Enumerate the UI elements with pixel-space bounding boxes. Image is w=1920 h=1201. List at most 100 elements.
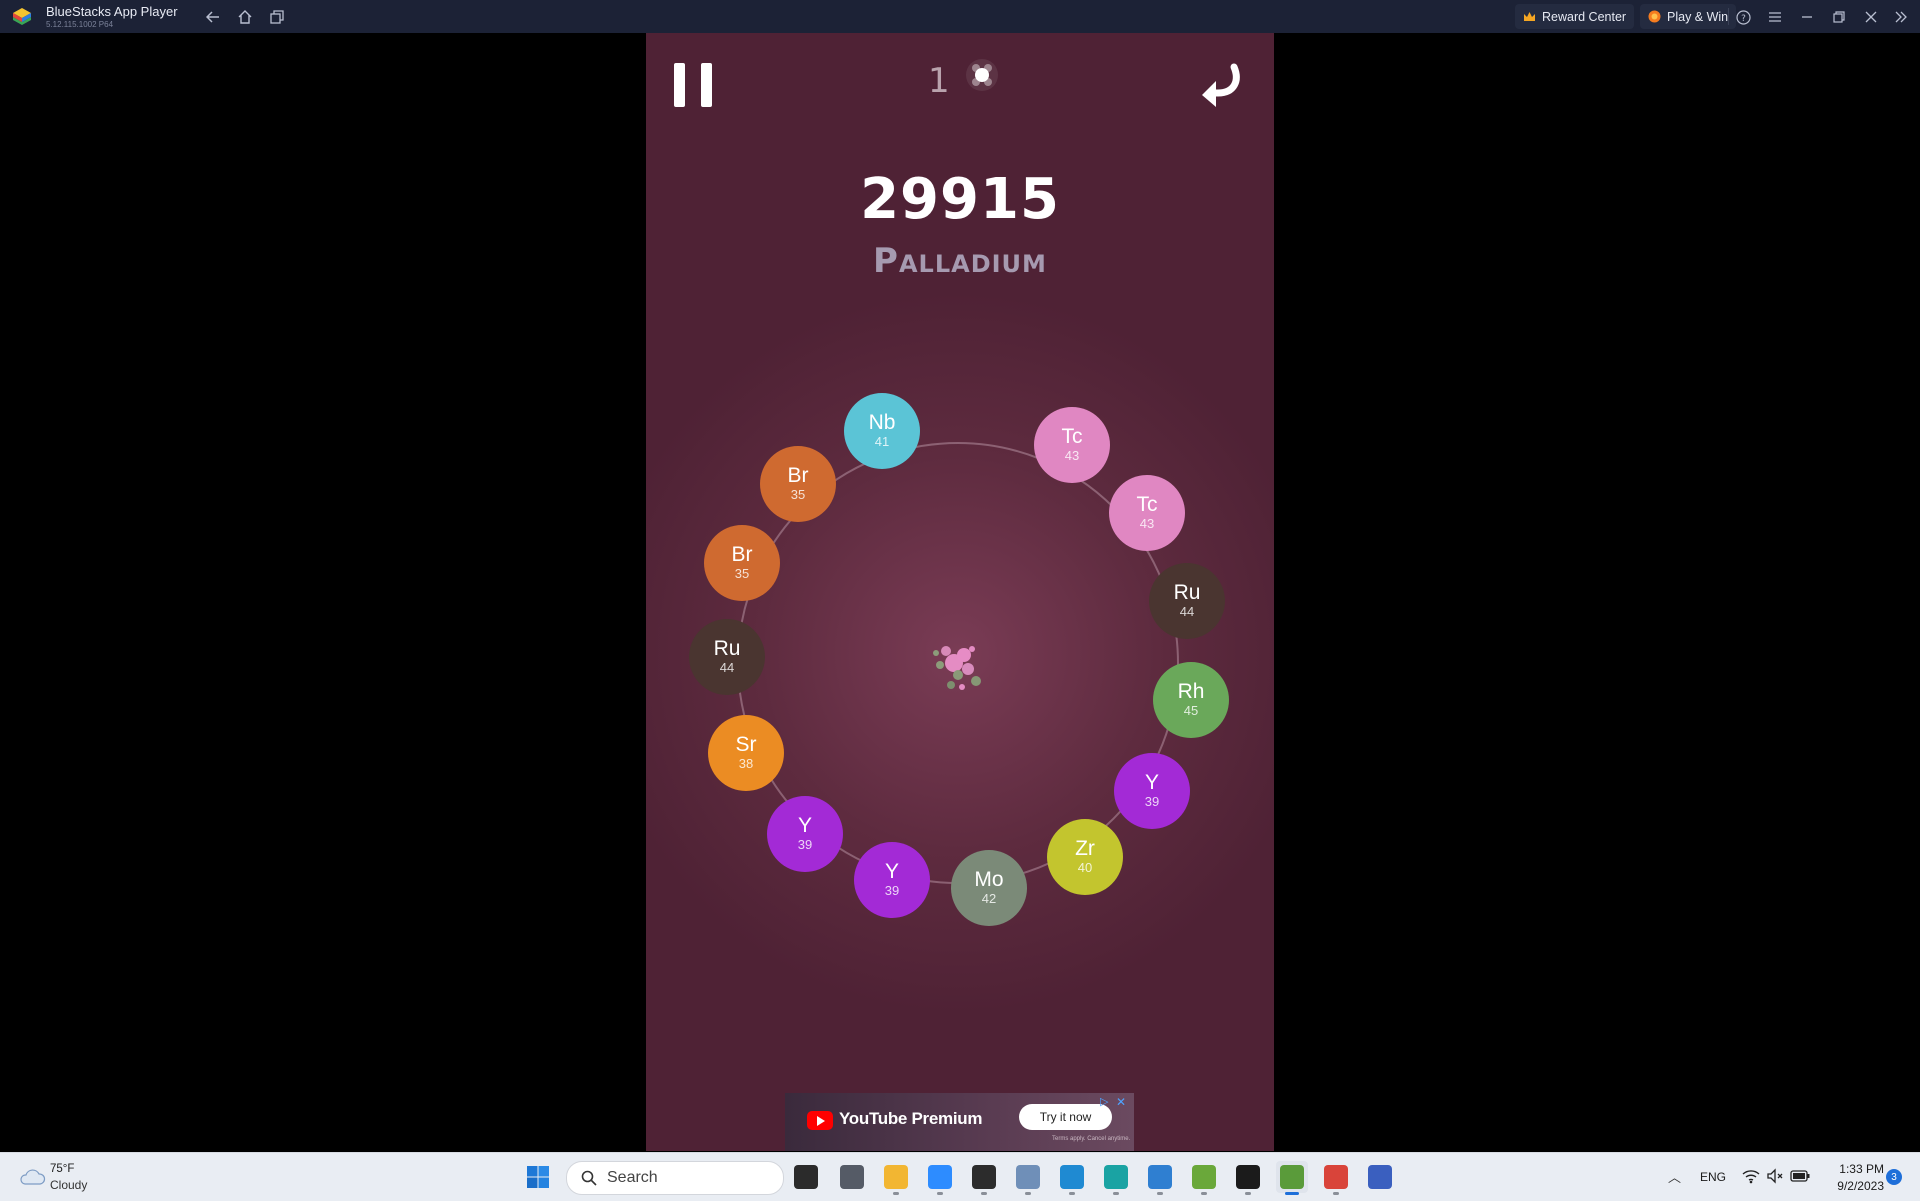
home-icon[interactable]	[235, 7, 255, 27]
atom-br[interactable]: Br 35	[760, 446, 836, 522]
photos-icon	[1148, 1165, 1172, 1189]
taskbar-file-explorer-button[interactable]	[880, 1161, 912, 1195]
atom-mo[interactable]: Mo 42	[951, 850, 1027, 926]
task-view-icon	[794, 1165, 818, 1189]
taskbar-bluestacks-button[interactable]	[1276, 1161, 1308, 1195]
atom-tc[interactable]: Tc 43	[1109, 475, 1185, 551]
bluestacks-icon	[1280, 1165, 1304, 1189]
windows-start-button[interactable]	[526, 1165, 550, 1189]
console-icon	[1236, 1165, 1260, 1189]
atom-symbol: Ru	[713, 637, 741, 660]
terminal-icon	[972, 1165, 996, 1189]
running-indicator	[1069, 1192, 1075, 1195]
atom-symbol: Y	[797, 814, 812, 837]
taskbar-app-blue-button[interactable]	[1364, 1161, 1396, 1193]
atom-symbol: Br	[731, 543, 753, 566]
battery-icon[interactable]	[1790, 1169, 1810, 1183]
running-indicator	[1157, 1192, 1163, 1195]
taskbar-vscode-button[interactable]	[1056, 1161, 1088, 1195]
atom-symbol: Tc	[1061, 425, 1083, 448]
minimize-icon[interactable]	[1797, 7, 1817, 27]
atom-y[interactable]: Y 39	[1114, 753, 1190, 829]
taskbar-edge-button[interactable]	[1100, 1161, 1132, 1195]
taskbar-snipping-tool-button[interactable]	[1320, 1161, 1352, 1195]
multi-instance-icon[interactable]	[267, 7, 287, 27]
volume-muted-icon[interactable]	[1766, 1168, 1784, 1184]
cloudy-weather-icon[interactable]	[18, 1165, 46, 1187]
taskbar-notepad-chart-button[interactable]	[1188, 1161, 1220, 1195]
game-screen[interactable]: 1 29915 Palladium Nb 41 Tc 43 Tc 43 Ru 44 Rh 45 Y 3…	[646, 33, 1274, 1151]
taskbar-console-button[interactable]	[1232, 1161, 1264, 1195]
notification-badge[interactable]: 3	[1886, 1169, 1902, 1185]
atom-br[interactable]: Br 35	[704, 525, 780, 601]
taskbar-photos-button[interactable]	[1144, 1161, 1176, 1195]
taskbar-app-dark-button[interactable]	[836, 1161, 868, 1193]
atom-nb[interactable]: Nb 41	[844, 393, 920, 469]
help-icon[interactable]: ?	[1733, 7, 1753, 27]
edge-icon	[1104, 1165, 1128, 1189]
atom-ru[interactable]: Ru 44	[689, 619, 765, 695]
ad-banner[interactable]: YouTube Premium Try it now Terms apply. …	[785, 1093, 1134, 1151]
taskbar-image-viewer-button[interactable]	[1012, 1161, 1044, 1195]
clock-time[interactable]: 1:33 PM	[1824, 1162, 1884, 1176]
ad-try-now-button[interactable]: Try it now	[1019, 1104, 1112, 1130]
weather-condition[interactable]: Cloudy	[50, 1178, 87, 1192]
running-indicator	[1025, 1192, 1031, 1195]
atom-symbol: Sr	[735, 733, 757, 756]
atom-symbol: Nb	[868, 411, 896, 434]
app-title: BlueStacks App Player	[46, 4, 178, 19]
atom-number: 44	[719, 660, 735, 675]
restore-icon[interactable]	[1829, 7, 1849, 27]
atom-y[interactable]: Y 39	[854, 842, 930, 918]
atom-number: 43	[1139, 516, 1155, 531]
titlebar-divider	[1728, 8, 1729, 25]
tray-overflow-chevron-icon[interactable]: ︿	[1668, 1167, 1681, 1186]
taskbar-terminal-button[interactable]	[968, 1161, 1000, 1195]
taskbar-task-view-button[interactable]	[790, 1161, 822, 1193]
menu-icon[interactable]	[1765, 7, 1785, 27]
back-arrow-icon[interactable]	[203, 7, 223, 27]
atom-sr[interactable]: Sr 38	[708, 715, 784, 791]
atom-ru[interactable]: Ru 44	[1149, 563, 1225, 639]
running-indicator	[1201, 1192, 1207, 1195]
close-icon[interactable]	[1861, 7, 1881, 27]
crown-icon	[1524, 12, 1535, 21]
ad-choices-icon[interactable]: ▷	[1100, 1095, 1114, 1109]
atom-y[interactable]: Y 39	[767, 796, 843, 872]
input-language[interactable]: ENG	[1700, 1170, 1726, 1184]
atom-number: 39	[884, 883, 900, 898]
bluestacks-logo-icon	[13, 8, 31, 25]
app-blue-icon	[1368, 1165, 1392, 1189]
wifi-icon[interactable]	[1742, 1168, 1760, 1184]
taskbar-zoom-button[interactable]	[924, 1161, 956, 1195]
zoom-icon	[928, 1165, 952, 1189]
atom-symbol: Br	[787, 464, 809, 487]
ad-close-icon[interactable]: ✕	[1116, 1095, 1130, 1109]
atom-number: 39	[797, 837, 813, 852]
reward-center-button[interactable]: Reward Center	[1515, 4, 1635, 29]
running-indicator	[981, 1192, 987, 1195]
vscode-icon	[1060, 1165, 1084, 1189]
atom-rh[interactable]: Rh 45	[1153, 662, 1229, 738]
clock-date[interactable]: 9/2/2023	[1820, 1179, 1884, 1193]
atom-number: 45	[1183, 703, 1199, 718]
running-indicator	[1333, 1192, 1339, 1195]
atom-number: 39	[1144, 794, 1160, 809]
weather-temperature[interactable]: 75°F	[50, 1163, 74, 1175]
play-win-button[interactable]: Play & Win	[1640, 4, 1737, 29]
atom-number: 43	[1064, 448, 1080, 463]
atom-number: 38	[738, 756, 754, 771]
reward-center-label: Reward Center	[1542, 9, 1627, 24]
atom-tc[interactable]: Tc 43	[1034, 407, 1110, 483]
running-indicator	[1245, 1192, 1251, 1195]
expand-sidebar-icon[interactable]	[1891, 7, 1911, 27]
running-indicator	[937, 1192, 943, 1195]
atom-symbol: Tc	[1136, 493, 1158, 516]
atom-number: 35	[734, 566, 750, 581]
atom-zr[interactable]: Zr 40	[1047, 819, 1123, 895]
taskbar-search-box[interactable]: Search	[566, 1161, 784, 1195]
atom-symbol: Y	[1144, 771, 1159, 794]
atom-number: 41	[874, 434, 890, 449]
snipping-tool-icon	[1324, 1165, 1348, 1189]
search-label: Search	[607, 1169, 658, 1186]
